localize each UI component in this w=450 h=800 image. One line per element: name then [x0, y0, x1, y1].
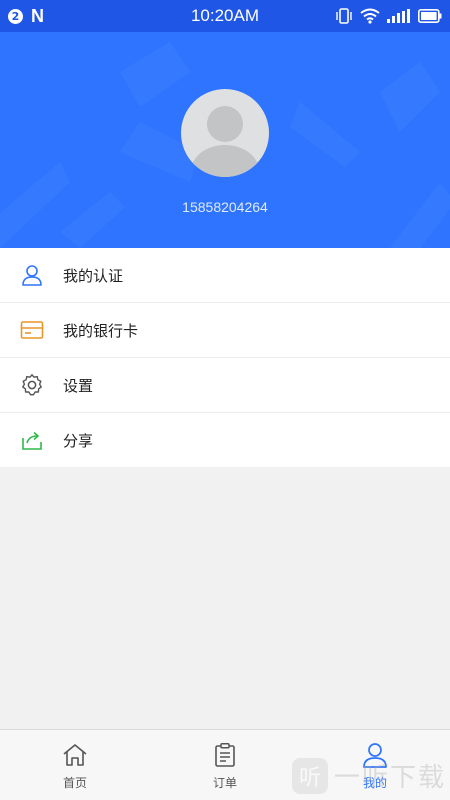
menu-label-share: 分享: [63, 431, 94, 450]
share-icon: [22, 431, 42, 450]
status-right: [335, 7, 442, 25]
avatar[interactable]: [181, 89, 269, 177]
status-bar: 2 N 10:20AM: [0, 0, 450, 32]
menu-item-verification[interactable]: 我的认证: [0, 248, 450, 303]
battery-icon: [418, 9, 442, 23]
tab-label-orders: 订单: [212, 776, 237, 790]
wifi-icon: [360, 8, 380, 24]
order-icon: [215, 743, 235, 767]
tab-label-profile: 我的: [362, 776, 387, 790]
tab-profile[interactable]: 我的: [300, 730, 450, 800]
user-verify-icon: [22, 265, 42, 286]
app-n-icon: N: [31, 5, 44, 26]
gear-icon: [22, 374, 42, 396]
tab-home[interactable]: 首页: [0, 730, 150, 800]
menu-item-bank-card[interactable]: 我的银行卡: [0, 303, 450, 358]
menu-label-settings: 设置: [63, 376, 94, 395]
profile-header: 15858204264: [0, 32, 450, 248]
profile-icon: [363, 743, 387, 768]
bank-card-icon: [20, 321, 44, 339]
menu-label-verification: 我的认证: [63, 266, 124, 285]
default-avatar-icon: [191, 106, 259, 177]
signal-icon: [387, 9, 410, 23]
notification-count-badge: 2: [8, 8, 23, 24]
tab-orders[interactable]: 订单: [150, 730, 300, 800]
vibrate-icon: [336, 8, 352, 24]
phone-number: 15858204264: [182, 199, 268, 215]
home-icon: [63, 744, 87, 766]
status-left: 2 N: [8, 6, 44, 27]
tab-label-home: 首页: [62, 776, 87, 790]
bottom-tab-bar: 首页 订单 我的: [0, 729, 450, 800]
menu-item-settings[interactable]: 设置: [0, 358, 450, 413]
menu-label-bank-card: 我的银行卡: [63, 321, 139, 340]
profile-menu: 我的认证 我的银行卡 设置 分享: [0, 248, 450, 467]
menu-item-share[interactable]: 分享: [0, 413, 450, 467]
